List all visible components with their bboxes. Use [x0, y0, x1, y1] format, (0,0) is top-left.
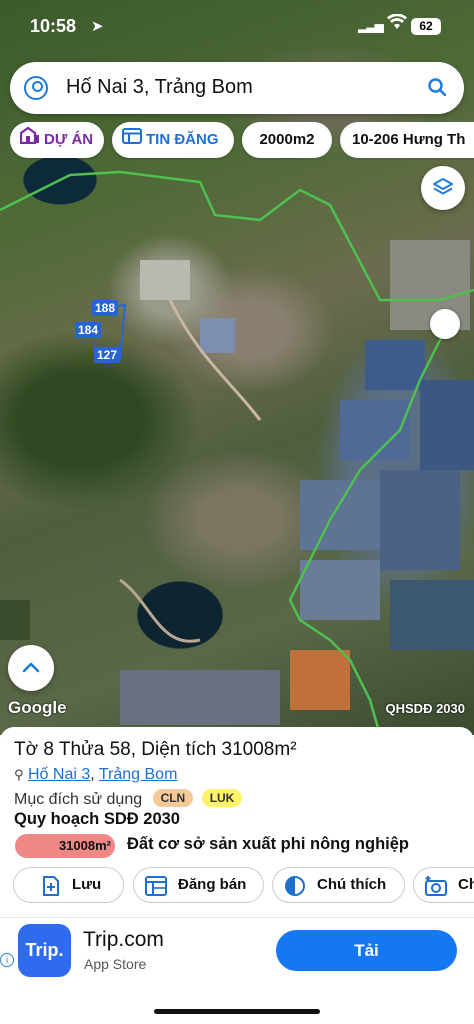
chip-label: 10-206 Hưng Th — [352, 131, 466, 148]
plan-label: Quy hoạch SDĐ 2030 — [14, 810, 180, 828]
purpose-label: Mục đích sử dụng — [14, 791, 143, 808]
status-bar: 10:58 ➤ ▂▃▅ 62 — [0, 0, 474, 54]
user-icon[interactable] — [24, 76, 48, 100]
action-label: Ch — [458, 876, 474, 893]
list-icon — [122, 122, 142, 158]
plot-label[interactable]: 184 — [75, 322, 102, 338]
ad-install-button[interactable]: Tải — [276, 930, 457, 971]
land-tag-luk[interactable]: LUK — [201, 789, 243, 807]
grid-icon — [145, 875, 167, 897]
chip-du-an[interactable]: DỰ ÁN — [10, 122, 104, 158]
location-pin-icon: ⚲ — [14, 767, 24, 782]
district-link[interactable]: Trảng Bom — [99, 766, 178, 783]
chip-tin-dang[interactable]: TIN ĐĂNG — [112, 122, 234, 158]
land-use-text: Đất cơ sở sản xuất phi nông nghiệp — [127, 835, 409, 853]
filter-chips: DỰ ÁN TIN ĐĂNG 2000m2 10-206 Hưng Th — [10, 122, 474, 160]
action-label: Đăng bán — [178, 876, 247, 893]
parcel-address: ⚲ Hố Nai 3, Trảng Bom — [14, 766, 178, 783]
layers-button[interactable] — [421, 166, 465, 210]
search-icon[interactable] — [428, 78, 447, 97]
save-button[interactable]: Lưu — [13, 867, 124, 903]
camera-plus-icon — [424, 875, 447, 897]
chip-address-filter[interactable]: 10-206 Hưng Th — [340, 122, 474, 158]
status-time: 10:58 — [30, 16, 77, 36]
plot-label[interactable]: 127 — [94, 347, 121, 363]
search-bar[interactable]: Hố Nai 3, Trảng Bom — [10, 62, 464, 114]
ad-banner[interactable]: i Trip. Trip.com App Store Tải — [0, 917, 474, 985]
chip-label: TIN ĐĂNG — [146, 131, 219, 148]
action-row: Lưu Đăng bán Chú thích Ch — [0, 867, 474, 905]
action-label: Lưu — [72, 876, 102, 893]
plot-label[interactable]: 188 — [92, 300, 119, 316]
parcel-sheet[interactable]: Tờ 8 Thửa 58, Diện tích 31008m² ⚲ Hố Nai… — [0, 727, 474, 917]
home-indicator-area — [0, 985, 474, 1024]
legend-button[interactable]: Chú thích — [272, 867, 405, 903]
chip-area-filter[interactable]: 2000m2 — [242, 122, 332, 158]
chip-label: 2000m2 — [259, 131, 315, 148]
purpose-row: Mục đích sử dụng CLN LUK — [14, 789, 243, 809]
expand-button[interactable] — [8, 645, 54, 691]
action-label: Chú thích — [317, 876, 387, 893]
building-icon — [19, 122, 40, 158]
layers-icon — [432, 177, 454, 204]
ad-store-label: App Store — [84, 956, 147, 972]
chevron-up-icon — [21, 660, 41, 679]
area-badge: 31008m² — [15, 834, 115, 858]
ad-info-icon[interactable]: i — [0, 953, 14, 967]
ad-app-logo[interactable]: Trip. — [18, 924, 71, 977]
parcel-title: Tờ 8 Thửa 58, Diện tích 31008m² — [14, 739, 297, 760]
overlay-label: QHSDĐ 2030 — [385, 701, 465, 716]
chip-label: DỰ ÁN — [44, 131, 94, 148]
land-tag-cln[interactable]: CLN — [152, 789, 194, 807]
location-arrow-icon: ➤ — [91, 18, 104, 35]
post-sale-button[interactable]: Đăng bán — [133, 867, 264, 903]
signal-icon: ▂▃▅ — [358, 19, 384, 33]
home-indicator[interactable] — [154, 1009, 320, 1014]
battery-indicator: 62 — [411, 18, 441, 35]
camera-button[interactable]: Ch — [413, 867, 474, 903]
ad-app-name: Trip.com — [83, 928, 164, 951]
half-circle-icon — [284, 875, 306, 897]
wifi-icon — [387, 13, 407, 35]
map-handle[interactable] — [430, 309, 460, 339]
google-attribution: Google — [8, 698, 67, 717]
ward-link[interactable]: Hố Nai 3 — [28, 766, 90, 783]
plus-doc-icon — [40, 875, 62, 897]
search-input[interactable]: Hố Nai 3, Trảng Bom — [66, 76, 253, 99]
